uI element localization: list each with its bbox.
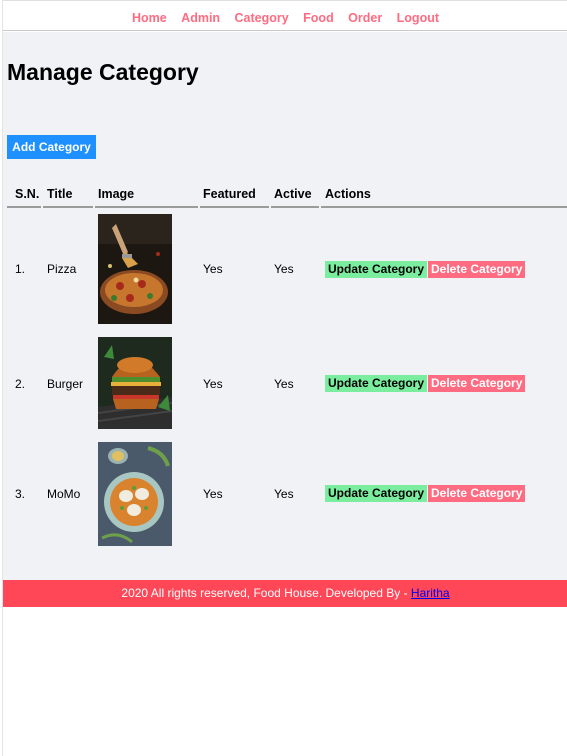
row-title: Pizza bbox=[47, 262, 77, 276]
header-image: Image bbox=[98, 187, 135, 201]
main-content: Manage Category Add Category S.N. Title … bbox=[3, 32, 567, 580]
menu-item-food[interactable]: Food bbox=[303, 11, 334, 25]
row-featured: Yes bbox=[203, 262, 223, 276]
page-title: Manage Category bbox=[7, 59, 199, 85]
header-sn: S.N. bbox=[15, 187, 40, 201]
delete-category-button[interactable]: Delete Category bbox=[428, 485, 526, 502]
update-category-button[interactable]: Update Category bbox=[325, 261, 428, 278]
row-featured: Yes bbox=[203, 487, 223, 501]
menu-item-category[interactable]: Category bbox=[235, 11, 289, 25]
menu-item-admin[interactable]: Admin bbox=[181, 11, 220, 25]
row-active: Yes bbox=[274, 377, 294, 391]
delete-category-button[interactable]: Delete Category bbox=[428, 261, 526, 278]
table-row: 3. MoMo Yes Yes Update Category Delete C… bbox=[7, 442, 567, 546]
add-category-button[interactable]: Add Category bbox=[7, 135, 96, 159]
row-sn: 3. bbox=[15, 487, 26, 501]
menu-list: Home Admin Category Food Order Logout bbox=[127, 9, 444, 27]
menu-item-logout[interactable]: Logout bbox=[397, 11, 439, 25]
footer-author-link[interactable]: Haritha bbox=[411, 586, 450, 600]
update-category-button[interactable]: Update Category bbox=[325, 485, 428, 502]
row-sn: 2. bbox=[15, 377, 26, 391]
top-menu: Home Admin Category Food Order Logout bbox=[3, 0, 567, 31]
momo-image bbox=[98, 442, 172, 546]
menu-item-home[interactable]: Home bbox=[132, 11, 167, 25]
row-active: Yes bbox=[274, 262, 294, 276]
menu-item-order[interactable]: Order bbox=[348, 11, 382, 25]
update-category-button[interactable]: Update Category bbox=[325, 375, 428, 392]
row-featured: Yes bbox=[203, 377, 223, 391]
row-title: Burger bbox=[47, 377, 84, 391]
header-featured: Featured bbox=[203, 187, 256, 201]
row-active: Yes bbox=[274, 487, 294, 501]
delete-category-button[interactable]: Delete Category bbox=[428, 375, 526, 392]
row-title: MoMo bbox=[47, 487, 81, 501]
table-row: 2. Burger Yes Yes Update Category Delete… bbox=[7, 337, 567, 429]
header-active: Active bbox=[274, 187, 312, 201]
table-header: S.N. Title Image Featured Active Actions bbox=[7, 180, 567, 208]
footer: 2020 All rights reserved, Food House. De… bbox=[3, 580, 567, 607]
header-actions: Actions bbox=[325, 187, 371, 201]
footer-text: 2020 All rights reserved, Food House. De… bbox=[121, 586, 411, 600]
header-title: Title bbox=[47, 187, 73, 201]
pizza-image bbox=[98, 214, 172, 324]
burger-image bbox=[98, 337, 172, 429]
row-sn: 1. bbox=[15, 262, 26, 276]
page-frame: Home Admin Category Food Order Logout Ma… bbox=[2, 0, 567, 756]
table-row: 1. Pizza Yes Yes Update Category Delete … bbox=[7, 214, 567, 324]
